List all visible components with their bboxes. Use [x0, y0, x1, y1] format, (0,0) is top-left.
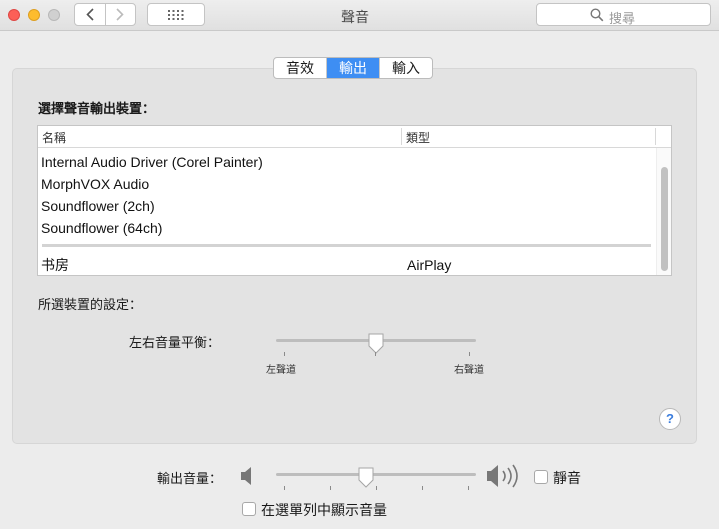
- search-placeholder: 搜尋: [609, 11, 636, 26]
- tab-bar: 音效 輸出 輸入: [273, 57, 433, 79]
- device-name: MorphVOX Audio: [41, 176, 150, 192]
- back-button[interactable]: [75, 4, 105, 25]
- search-input[interactable]: 搜尋: [536, 3, 711, 26]
- mute-checkbox[interactable]: [534, 470, 548, 484]
- table-row[interactable]: 书房 AirPlay: [41, 254, 641, 276]
- slider-tick: [284, 486, 285, 490]
- device-name: Internal Audio Driver (Corel Painter): [41, 154, 263, 170]
- help-button[interactable]: ?: [659, 408, 681, 430]
- search-icon: [590, 8, 604, 22]
- window-title: 聲音: [341, 9, 369, 25]
- output-volume-knob[interactable]: [357, 467, 375, 489]
- table-row[interactable]: Internal Audio Driver (Corel Painter): [41, 151, 263, 173]
- slider-tick: [330, 486, 331, 490]
- device-type: AirPlay: [407, 257, 452, 273]
- scrollbar-thumb[interactable]: [661, 167, 668, 271]
- right-channel-label: 右聲道: [454, 365, 484, 376]
- tab-input[interactable]: 輸入: [379, 58, 432, 78]
- slider-tick: [284, 352, 285, 356]
- select-output-title: 選擇聲音輸出裝置：: [38, 101, 156, 116]
- slider-tick: [422, 486, 423, 490]
- column-divider: [655, 128, 656, 145]
- device-table: 名稱 類型 Internal Audio Driver (Corel Paint…: [37, 125, 672, 276]
- speaker-high-icon: [487, 464, 518, 488]
- chevron-right-icon: [116, 8, 124, 21]
- table-header: 名稱 類型: [38, 126, 671, 148]
- show-all-button[interactable]: [147, 3, 205, 26]
- chevron-left-icon: [86, 8, 94, 21]
- column-type-header[interactable]: 類型: [406, 129, 430, 146]
- zoom-button: [48, 9, 60, 21]
- grid-icon: [168, 9, 184, 20]
- table-row[interactable]: MorphVOX Audio: [41, 173, 149, 195]
- column-divider: [401, 128, 402, 145]
- device-name: 书房: [41, 257, 69, 273]
- balance-label: 左右音量平衡：: [129, 335, 221, 350]
- mute-label: 靜音: [553, 470, 581, 486]
- slider-tick: [376, 486, 377, 490]
- speaker-low-icon: [241, 467, 251, 485]
- tab-output[interactable]: 輸出: [326, 58, 379, 78]
- group-divider: [42, 244, 651, 247]
- device-name: Soundflower (64ch): [41, 220, 163, 236]
- table-row[interactable]: Soundflower (2ch): [41, 195, 155, 217]
- nav-buttons: [74, 3, 136, 26]
- slider-tick: [468, 486, 469, 490]
- close-button[interactable]: [8, 9, 20, 21]
- balance-slider-knob[interactable]: [367, 333, 385, 355]
- minimize-button[interactable]: [28, 9, 40, 21]
- forward-button[interactable]: [104, 4, 136, 25]
- tab-sound-effects[interactable]: 音效: [274, 58, 326, 78]
- device-settings-title: 所選裝置的設定：: [38, 297, 143, 312]
- column-name-header[interactable]: 名稱: [42, 129, 66, 146]
- scrollbar[interactable]: [656, 148, 671, 275]
- left-channel-label: 左聲道: [266, 365, 296, 376]
- slider-tick: [375, 352, 376, 356]
- output-volume-slider[interactable]: [276, 473, 476, 476]
- title-bar: 聲音 搜尋: [0, 0, 719, 31]
- show-volume-in-menubar-checkbox[interactable]: [242, 502, 256, 516]
- output-volume-label: 輸出音量：: [157, 471, 223, 486]
- device-name: Soundflower (2ch): [41, 198, 155, 214]
- table-row[interactable]: Soundflower (64ch): [41, 217, 162, 239]
- show-volume-in-menubar-label: 在選單列中顯示音量: [261, 502, 387, 518]
- slider-tick: [469, 352, 470, 356]
